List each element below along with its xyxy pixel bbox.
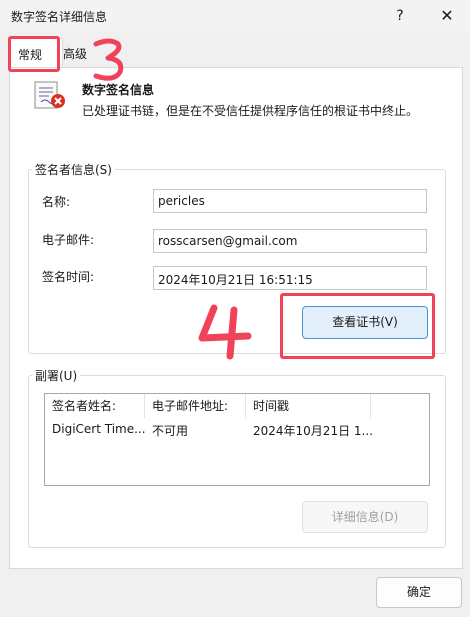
row-timestamp: 2024年10月21日 1... <box>253 424 373 438</box>
column-header-email[interactable]: 电子邮件地址: <box>145 394 246 418</box>
column-header-signer-name[interactable]: 签名者姓名: <box>45 394 145 418</box>
name-label: 名称: <box>42 195 71 209</box>
details-button[interactable]: 详细信息(D) <box>302 501 428 533</box>
row-signer-name: DigiCert Time... <box>52 422 146 436</box>
annotation-step-4 <box>198 304 252 360</box>
certificate-error-icon <box>34 81 65 109</box>
annotation-step-3 <box>93 38 124 81</box>
annotation-highlight-tab <box>8 36 60 72</box>
info-title: 数字签名信息 <box>82 83 155 97</box>
countersignature-table[interactable]: 签名者姓名: 电子邮件地址: 时间戳 DigiCert Time... 不可用 … <box>44 393 430 486</box>
help-button[interactable]: ? <box>377 0 423 32</box>
annotation-highlight-view-cert <box>280 293 435 359</box>
column-header-timestamp[interactable]: 时间戳 <box>246 394 371 418</box>
close-button[interactable]: ✕ <box>424 0 470 32</box>
row-email: 不可用 <box>152 424 189 438</box>
signing-time-value: 2024年10月21日 16:51:15 <box>158 273 313 287</box>
ok-button[interactable]: 确定 <box>376 577 462 608</box>
window-title: 数字签名详细信息 <box>11 10 108 24</box>
countersignature-legend: 副署(U) <box>32 367 81 384</box>
info-message: 已处理证书链，但是在不受信任提供程序信任的根证书中终止。 <box>82 104 419 118</box>
signer-info-legend: 签名者信息(S) <box>32 161 115 178</box>
name-value: pericles <box>158 194 205 208</box>
name-field[interactable]: pericles <box>153 189 427 213</box>
email-value: rosscarsen@gmail.com <box>158 234 298 248</box>
signing-time-label: 签名时间: <box>42 270 95 284</box>
title-bar: 数字签名详细信息 ? ✕ <box>0 0 470 32</box>
email-label: 电子邮件: <box>42 233 95 247</box>
email-field[interactable]: rosscarsen@gmail.com <box>153 229 427 253</box>
tab-advanced[interactable]: 高级 <box>63 45 87 62</box>
signing-time-field[interactable]: 2024年10月21日 16:51:15 <box>153 266 427 290</box>
